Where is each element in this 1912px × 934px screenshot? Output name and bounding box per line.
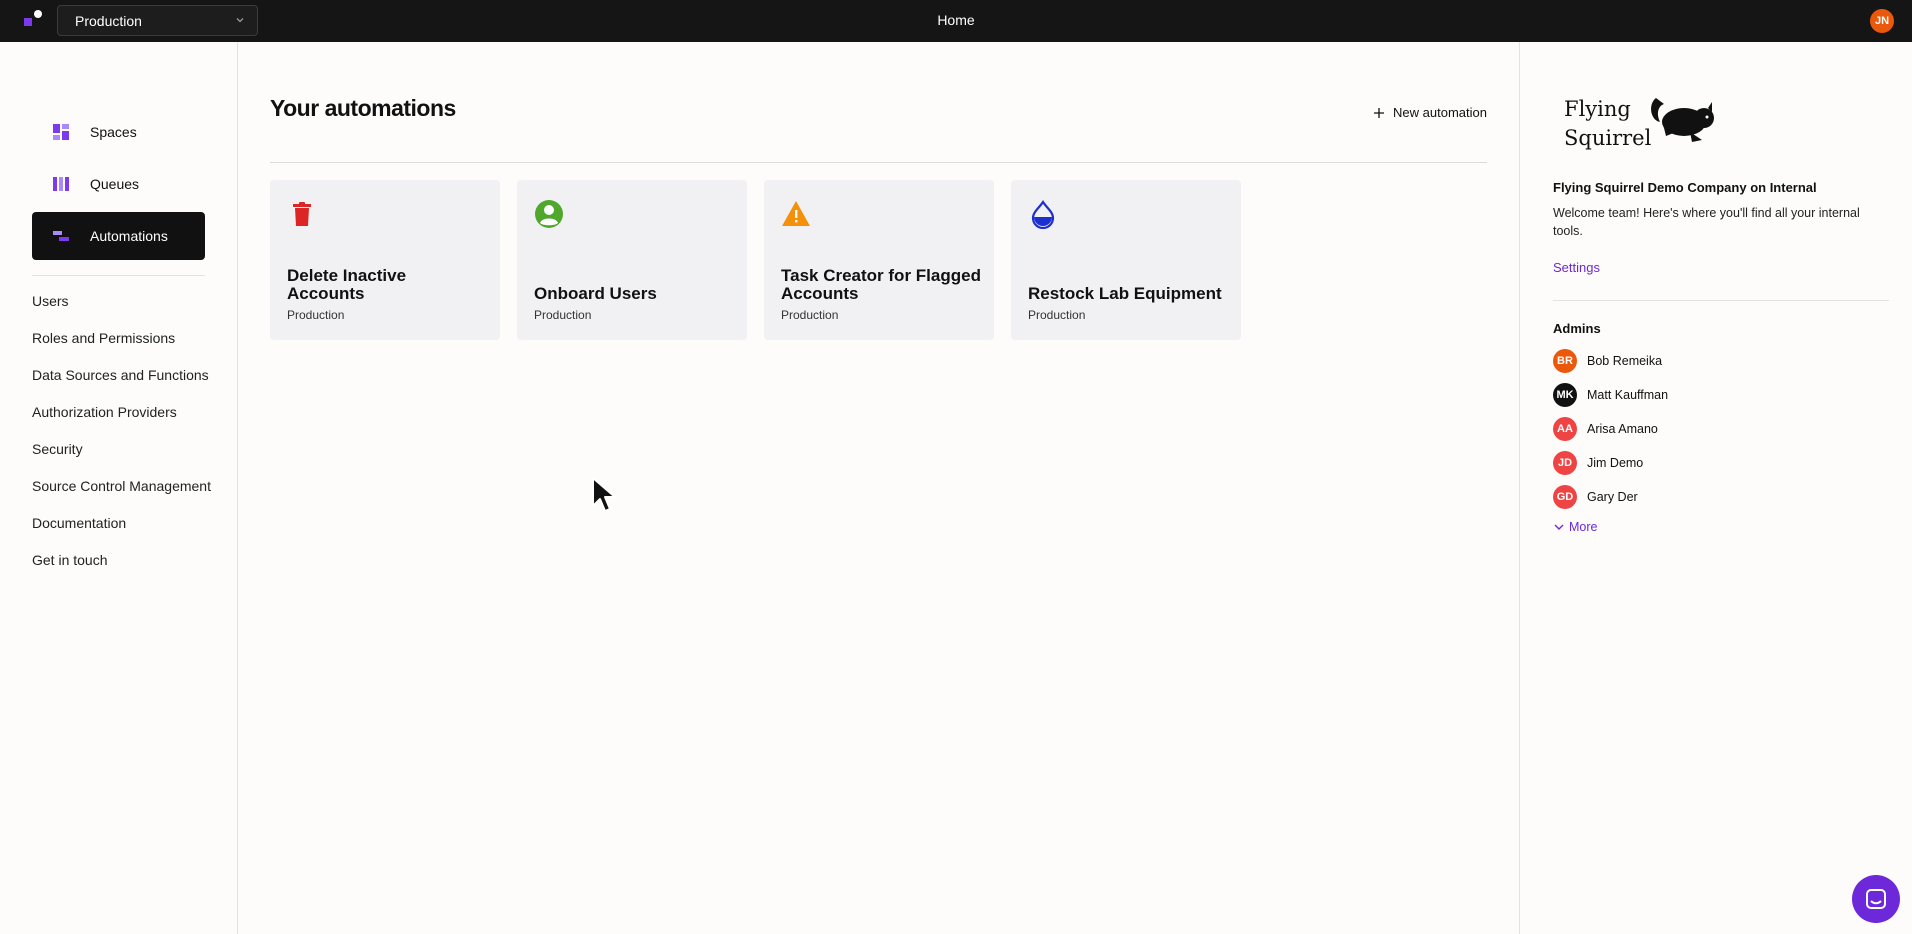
- automations-icon: [53, 231, 69, 241]
- automation-card-title: Delete Inactive Accounts: [287, 266, 407, 303]
- sidebar-link-roles[interactable]: Roles and Permissions: [32, 329, 211, 366]
- brand-line-2: Squirrel: [1564, 126, 1652, 150]
- org-info-panel: Flying Squirrel Flying Squirrel Demo Com…: [1519, 42, 1912, 934]
- spaces-icon: [53, 124, 69, 140]
- more-admins-link[interactable]: More: [1553, 520, 1597, 534]
- admin-item[interactable]: AA Arisa Amano: [1553, 412, 1668, 446]
- chat-icon: [1866, 889, 1886, 909]
- sidebar-link-data-sources[interactable]: Data Sources and Functions: [32, 366, 211, 403]
- avatar: MK: [1553, 383, 1577, 407]
- avatar: JD: [1553, 451, 1577, 475]
- drop-icon: [1031, 200, 1055, 229]
- automation-card-title: Onboard Users: [534, 284, 657, 303]
- admin-name: Matt Kauffman: [1587, 388, 1669, 402]
- new-automation-button[interactable]: New automation: [1373, 105, 1487, 120]
- chevron-down-icon: [236, 18, 244, 23]
- admins-heading: Admins: [1553, 321, 1601, 336]
- sidebar-link-users[interactable]: Users: [32, 292, 211, 329]
- admin-item[interactable]: BR Bob Remeika: [1553, 344, 1668, 378]
- chevron-down-icon: [1554, 524, 1564, 530]
- mouse-cursor-icon: [592, 477, 616, 512]
- automation-card-title: Task Creator for Flagged Accounts: [781, 266, 981, 303]
- support-chat-button[interactable]: [1852, 875, 1900, 923]
- queues-icon: [53, 177, 69, 191]
- sidebar-item-automations[interactable]: Automations: [32, 212, 205, 260]
- automation-card-title: Restock Lab Equipment: [1028, 284, 1222, 303]
- settings-link[interactable]: Settings: [1553, 260, 1600, 275]
- automation-card[interactable]: Onboard Users Production: [517, 180, 747, 340]
- automation-card[interactable]: Restock Lab Equipment Production: [1011, 180, 1241, 340]
- automation-card-environment: Production: [1028, 308, 1086, 322]
- content-divider: [270, 162, 1487, 163]
- sidebar-divider: [32, 275, 205, 276]
- user-circle-icon: [535, 200, 563, 228]
- automation-card-environment: Production: [781, 308, 839, 322]
- company-logo: Flying Squirrel: [1564, 92, 1724, 162]
- automation-card[interactable]: Delete Inactive Accounts Production: [270, 180, 500, 340]
- environment-select-value: Production: [75, 12, 142, 29]
- sidebar-item-label: Automations: [90, 228, 168, 244]
- brand-line-1: Flying: [1564, 97, 1631, 121]
- more-label: More: [1569, 520, 1598, 534]
- new-automation-label: New automation: [1393, 105, 1487, 120]
- warning-icon: [782, 201, 810, 226]
- admin-name: Gary Der: [1587, 490, 1638, 504]
- sidebar-link-auth-providers[interactable]: Authorization Providers: [32, 403, 211, 440]
- sidebar-item-label: Queues: [90, 176, 140, 192]
- environment-select[interactable]: Production: [57, 5, 258, 36]
- app-logo[interactable]: [22, 9, 46, 29]
- sidebar-link-security[interactable]: Security: [32, 440, 211, 477]
- user-avatar[interactable]: JN: [1870, 9, 1894, 33]
- sidebar-link-get-in-touch[interactable]: Get in touch: [32, 551, 211, 588]
- admin-item[interactable]: JD Jim Demo: [1553, 446, 1668, 480]
- admin-name: Arisa Amano: [1587, 422, 1658, 436]
- sidebar-item-spaces[interactable]: Spaces: [32, 108, 205, 156]
- admin-name: Bob Remeika: [1587, 354, 1663, 368]
- automation-card-environment: Production: [534, 308, 592, 322]
- top-bar: Production Home JN: [0, 0, 1912, 42]
- automation-card-environment: Production: [287, 308, 345, 322]
- avatar: AA: [1553, 417, 1577, 441]
- panel-divider: [1553, 300, 1889, 301]
- admin-name: Jim Demo: [1587, 456, 1644, 470]
- sidebar-link-source-control[interactable]: Source Control Management: [32, 477, 211, 514]
- company-name: Flying Squirrel Demo Company on Internal: [1553, 180, 1817, 195]
- plus-icon: [1374, 107, 1385, 118]
- page-title: Your automations: [270, 95, 456, 121]
- sidebar-link-documentation[interactable]: Documentation: [32, 514, 211, 551]
- avatar: BR: [1553, 349, 1577, 373]
- admin-item[interactable]: MK Matt Kauffman: [1553, 378, 1668, 412]
- trash-icon: [293, 202, 311, 226]
- automation-card[interactable]: Task Creator for Flagged Accounts Produc…: [764, 180, 994, 340]
- avatar: GD: [1553, 485, 1577, 509]
- sidebar: Spaces Queues Automations Users Roles an…: [0, 42, 238, 934]
- sidebar-item-label: Spaces: [90, 124, 137, 140]
- page-header-title: Home: [937, 12, 975, 28]
- sidebar-item-queues[interactable]: Queues: [32, 160, 205, 208]
- squirrel-icon: [1651, 98, 1714, 142]
- admin-item[interactable]: GD Gary Der: [1553, 480, 1668, 514]
- welcome-message: Welcome team! Here's where you'll find a…: [1553, 206, 1860, 238]
